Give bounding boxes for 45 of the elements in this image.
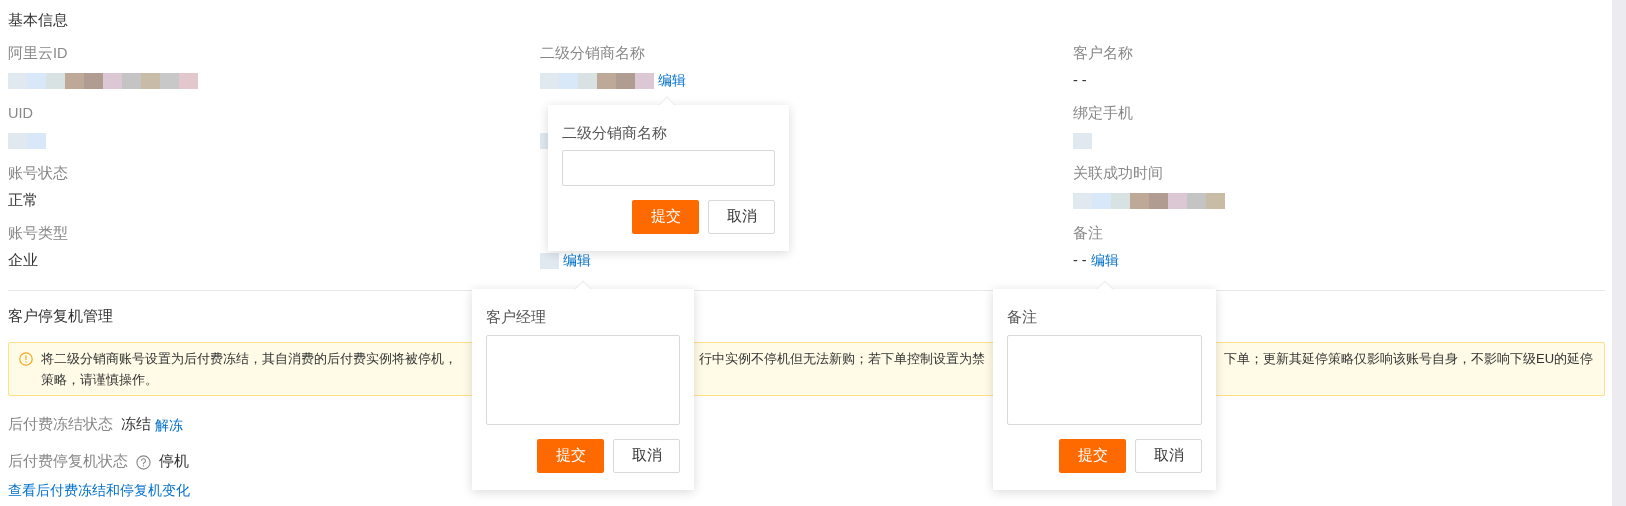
popover-label: 备注 [1007, 309, 1037, 325]
cancel-button[interactable]: 取消 [613, 439, 680, 473]
field-value: 企业 [8, 251, 38, 271]
field-value: - - [1073, 251, 1087, 271]
edit-link[interactable]: 编辑 [1090, 250, 1119, 272]
submit-button[interactable]: 提交 [537, 439, 604, 473]
unfreeze-link[interactable]: 解冻 [155, 416, 183, 437]
popover-label: 客户经理 [486, 309, 546, 325]
submit-button[interactable]: 提交 [632, 200, 699, 234]
field-label: 账号类型 [8, 225, 68, 241]
edit-link[interactable]: 编辑 [563, 250, 591, 272]
field-label: 客户名称 [1073, 45, 1133, 61]
field-label: 备注 [1073, 225, 1103, 241]
redacted-value-drawing [540, 253, 559, 269]
field-value: - - [1073, 71, 1087, 91]
redacted-value-drawing [1073, 133, 1092, 149]
text-area-field[interactable] [1007, 335, 1202, 425]
field-label: 二级分销商名称 [540, 45, 645, 61]
text-area-field[interactable] [486, 335, 680, 425]
status-value: 停机 [159, 452, 189, 472]
name-input-field[interactable] [562, 150, 775, 186]
submit-button[interactable]: 提交 [1059, 439, 1126, 473]
alert-text: 策略，请谨慎操作。 [41, 372, 158, 387]
redacted-value-drawing [8, 133, 46, 149]
field-value: 正常 [8, 191, 38, 211]
cancel-button[interactable]: 取消 [1135, 439, 1202, 473]
history-link[interactable]: 查看后付费冻结和停复机变化 [8, 483, 190, 498]
cancel-button[interactable]: 取消 [708, 200, 775, 234]
status-label: 后付费冻结状态 [8, 415, 113, 435]
field-label: UID [8, 105, 33, 121]
status-value: 冻结 [121, 415, 151, 435]
warning-icon [19, 352, 33, 366]
popover-label: 二级分销商名称 [562, 125, 667, 141]
section-title: 基本信息 [8, 12, 68, 28]
alert-text: 下单；更新其延停策略仅影响该账号自身，不影响下级EU的延停 [1224, 351, 1594, 366]
help-icon[interactable] [136, 454, 151, 470]
alert-text: 将二级分销商账号设置为后付费冻结，其自消费的后付费实例将被停机， [41, 351, 457, 366]
field-label: 阿里云ID [8, 45, 68, 61]
section-title: 客户停复机管理 [8, 308, 113, 324]
alert-text: 行中实例不停机但无法新购；若下单控制设置为禁 [699, 351, 985, 366]
field-label: 绑定手机 [1073, 105, 1133, 121]
status-label: 后付费停复机状态 [8, 452, 128, 472]
field-label: 关联成功时间 [1073, 165, 1163, 181]
edit-link[interactable]: 编辑 [658, 70, 686, 92]
field-label: 账号状态 [8, 165, 68, 181]
